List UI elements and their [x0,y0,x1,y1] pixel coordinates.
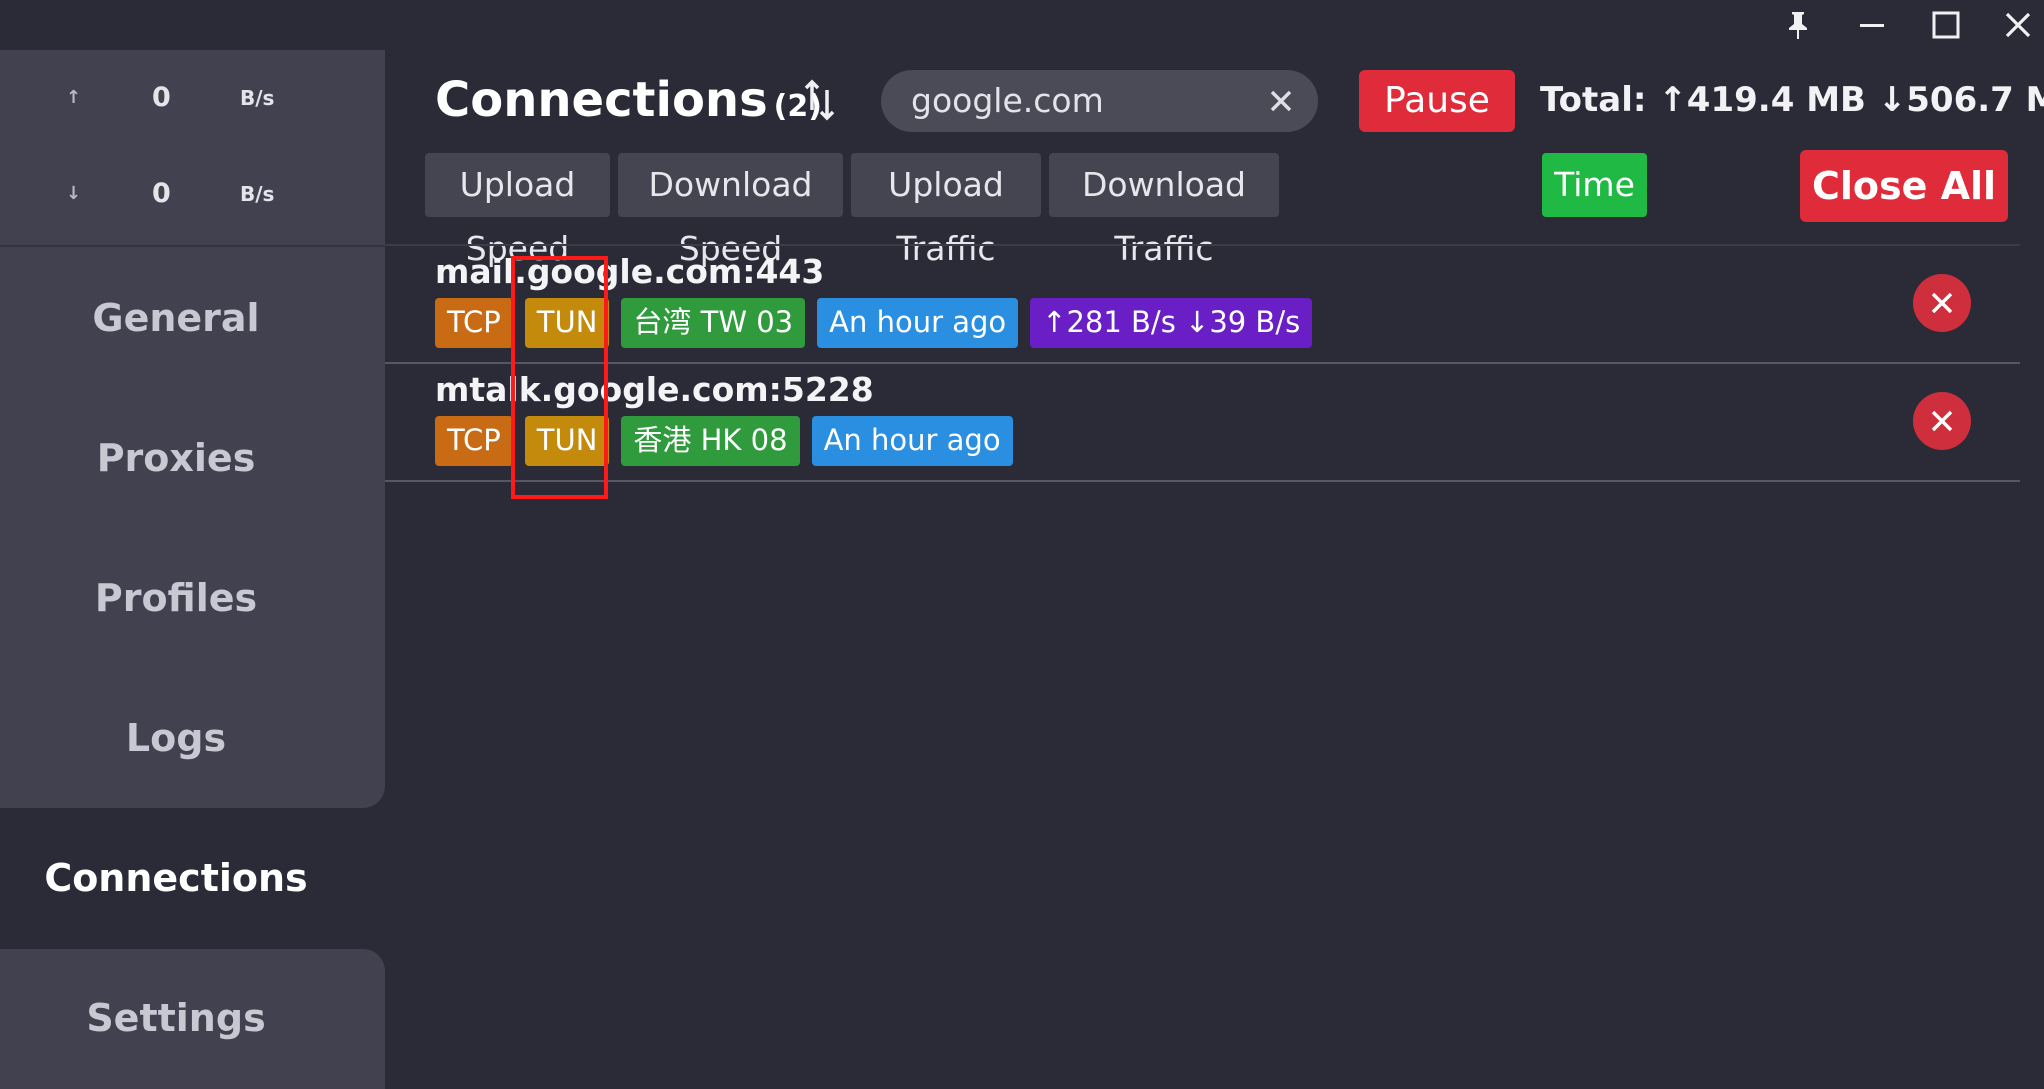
download-speed-value: 0 [152,178,171,209]
close-connection-button[interactable] [1913,274,1971,332]
sidebar-divider [0,245,385,247]
download-speed: ↓ 0 B/s [0,164,385,224]
proxy-tag: 香港 HK 08 [621,416,800,466]
speed-tag: ↑281 B/s ↓39 B/s [1030,298,1313,348]
sort-download-speed-button[interactable]: Download Speed [618,153,843,268]
close-icon[interactable] [1988,0,2044,50]
upload-speed-unit: B/s [240,86,275,110]
title-bar [0,0,2044,50]
highlight-box [511,256,608,499]
page-title-text: Connections [435,72,768,128]
sidebar-item-general[interactable]: General [0,273,352,363]
upload-arrow-icon: ↑ [66,87,82,108]
network-tag: TCP [435,416,513,466]
sort-upload-traffic-button[interactable]: Upload Traffic [851,153,1041,268]
sidebar-bottom-panel: Settings [0,949,385,1089]
proxy-tag: 台湾 TW 03 [621,298,806,348]
total-traffic: Total: ↑419.4 MB ↓506.7 MB [1540,80,2044,120]
connection-row: mtalk.google.com:5228 TCP TUN 香港 HK 08 A… [385,364,2020,482]
sidebar-item-connections[interactable]: Connections [0,833,352,923]
close-circle-icon [1931,410,1953,432]
sidebar-item-proxies[interactable]: Proxies [0,413,352,503]
download-arrow-icon: ↓ [66,183,82,204]
clear-search-icon[interactable] [1266,86,1296,116]
connection-host: mtalk.google.com:5228 [435,370,874,409]
close-circle-icon [1931,292,1953,314]
sidebar: ↑ 0 B/s ↓ 0 B/s General Proxies Profiles… [0,50,385,1089]
network-tag: TCP [435,298,513,348]
sidebar-panel: ↑ 0 B/s ↓ 0 B/s General Proxies Profiles… [0,50,385,808]
upload-speed: ↑ 0 B/s [0,68,385,128]
sidebar-item-settings[interactable]: Settings [0,973,352,1063]
sidebar-item-logs[interactable]: Logs [0,693,352,783]
minimize-icon[interactable] [1842,0,1902,50]
close-all-button[interactable]: Close All [1800,150,2008,222]
search-box [881,70,1318,132]
download-speed-unit: B/s [240,182,275,206]
sidebar-item-profiles[interactable]: Profiles [0,553,352,643]
connection-row: mail.google.com:443 TCP TUN 台湾 TW 03 An … [385,246,2020,364]
sort-download-traffic-button[interactable]: Download Traffic [1049,153,1279,268]
time-tag: An hour ago [811,416,1013,466]
upload-speed-value: 0 [152,82,171,113]
search-input[interactable] [911,70,1251,132]
close-connection-button[interactable] [1913,392,1971,450]
sort-time-button[interactable]: Time [1542,153,1647,217]
connections-header: Connections(2) Pause Total: ↑419.4 MB ↓5… [385,50,2044,268]
connection-host: mail.google.com:443 [435,252,825,291]
maximize-icon[interactable] [1916,0,1976,50]
time-tag: An hour ago [817,298,1019,348]
sort-upload-speed-button[interactable]: Upload Speed [425,153,610,268]
sort-order-icon[interactable] [803,78,837,122]
page-title: Connections (2) [435,72,822,128]
pause-button[interactable]: Pause [1359,70,1515,132]
pin-icon[interactable] [1768,0,1828,50]
